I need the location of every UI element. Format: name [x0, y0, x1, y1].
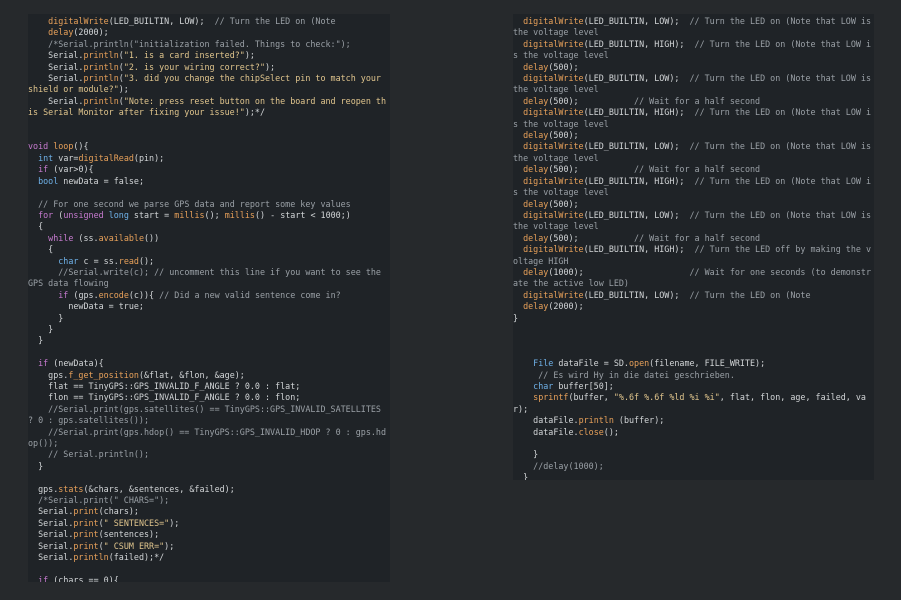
- code-line[interactable]: }: [28, 313, 390, 324]
- code-line[interactable]: Serial.print(" CSUM ERR=");: [28, 541, 390, 552]
- code-line[interactable]: delay(2000);: [513, 301, 874, 312]
- code-line[interactable]: for (unsigned long start = millis(); mil…: [28, 210, 390, 221]
- code-line[interactable]: digitalWrite(LED_BUILTIN, LOW); // Turn …: [513, 73, 874, 96]
- code-line[interactable]: ​: [513, 438, 874, 449]
- code-line[interactable]: Serial.print(chars);: [28, 506, 390, 517]
- code-line[interactable]: }: [513, 449, 874, 460]
- code-line[interactable]: Serial.println("3. did you change the ch…: [28, 73, 390, 96]
- code-line[interactable]: }: [28, 461, 390, 472]
- code-line[interactable]: bool newData = false;: [28, 176, 390, 187]
- code-line[interactable]: char c = ss.read();: [28, 256, 390, 267]
- code-line[interactable]: newData = true;: [28, 301, 390, 312]
- code-line[interactable]: }: [28, 335, 390, 346]
- code-line[interactable]: if (var>0){: [28, 164, 390, 175]
- code-line[interactable]: gps.f_get_position(&flat, &flon, &age);: [28, 370, 390, 381]
- code-line[interactable]: delay(500);: [513, 199, 874, 210]
- left-code-editor[interactable]: digitalWrite(LED_BUILTIN, LOW); // Turn …: [28, 14, 390, 582]
- code-line[interactable]: ​: [28, 130, 390, 141]
- code-line[interactable]: if (gps.encode(c)){ // Did a new valid s…: [28, 290, 390, 301]
- code-line[interactable]: Serial.print(sentences);: [28, 529, 390, 540]
- left-code-text[interactable]: digitalWrite(LED_BUILTIN, LOW); // Turn …: [28, 14, 390, 582]
- code-line[interactable]: dataFile.println (buffer);: [513, 415, 874, 426]
- code-line[interactable]: Serial.println("1. is a card inserted?")…: [28, 50, 390, 61]
- code-line[interactable]: delay(500); // Wait for a half second: [513, 164, 874, 175]
- code-line[interactable]: while (ss.available()): [28, 233, 390, 244]
- code-line[interactable]: ​: [28, 472, 390, 483]
- code-line[interactable]: {: [28, 244, 390, 255]
- code-line[interactable]: // Es wird Hy in die datei geschrieben.: [513, 370, 874, 381]
- code-line[interactable]: // For one second we parse GPS data and …: [28, 199, 390, 210]
- code-line[interactable]: int var=digitalRead(pin);: [28, 153, 390, 164]
- code-line[interactable]: if (chars == 0){: [28, 575, 390, 582]
- code-line[interactable]: delay(2000);: [28, 27, 390, 38]
- code-line[interactable]: //Serial.print(gps.satellites() == TinyG…: [28, 404, 390, 427]
- code-line[interactable]: flat == TinyGPS::GPS_INVALID_F_ANGLE ? 0…: [28, 381, 390, 392]
- code-line[interactable]: digitalWrite(LED_BUILTIN, HIGH); // Turn…: [513, 39, 874, 62]
- code-line[interactable]: }: [513, 313, 874, 324]
- code-line[interactable]: digitalWrite(LED_BUILTIN, LOW); // Turn …: [513, 16, 874, 39]
- code-line[interactable]: digitalWrite(LED_BUILTIN, LOW); // Turn …: [513, 210, 874, 233]
- right-code-text[interactable]: digitalWrite(LED_BUILTIN, LOW); // Turn …: [513, 14, 874, 480]
- code-line[interactable]: delay(1000); // Wait for one seconds (to…: [513, 267, 874, 290]
- code-line[interactable]: ​: [513, 324, 874, 335]
- code-line[interactable]: digitalWrite(LED_BUILTIN, HIGH); // Turn…: [513, 176, 874, 199]
- code-line[interactable]: ​: [28, 564, 390, 575]
- code-line[interactable]: digitalWrite(LED_BUILTIN, LOW); // Turn …: [28, 16, 390, 27]
- code-line[interactable]: Serial.println("2. is your wiring correc…: [28, 62, 390, 73]
- code-line[interactable]: ​: [513, 347, 874, 358]
- code-line[interactable]: digitalWrite(LED_BUILTIN, LOW); // Turn …: [513, 290, 874, 301]
- code-line[interactable]: delay(500); // Wait for a half second: [513, 233, 874, 244]
- code-line[interactable]: delay(500); // Wait for a half second: [513, 96, 874, 107]
- code-line[interactable]: // Serial.println();: [28, 449, 390, 460]
- code-line[interactable]: /*Serial.print(" CHARS=");: [28, 495, 390, 506]
- code-line[interactable]: //Serial.print(gps.hdop() == TinyGPS::GP…: [28, 427, 390, 450]
- code-line[interactable]: digitalWrite(LED_BUILTIN, HIGH); // Turn…: [513, 244, 874, 267]
- code-line[interactable]: delay(500);: [513, 62, 874, 73]
- code-line[interactable]: digitalWrite(LED_BUILTIN, HIGH); // Turn…: [513, 107, 874, 130]
- code-line[interactable]: delay(500);: [513, 130, 874, 141]
- code-line[interactable]: Serial.println("Note: press reset button…: [28, 96, 390, 119]
- code-line[interactable]: if (newData){: [28, 358, 390, 369]
- right-code-editor[interactable]: digitalWrite(LED_BUILTIN, LOW); // Turn …: [513, 14, 874, 480]
- code-line[interactable]: flon == TinyGPS::GPS_INVALID_F_ANGLE ? 0…: [28, 392, 390, 403]
- code-line[interactable]: digitalWrite(LED_BUILTIN, LOW); // Turn …: [513, 141, 874, 164]
- code-line[interactable]: ​: [28, 187, 390, 198]
- code-line[interactable]: }: [28, 324, 390, 335]
- code-line[interactable]: }: [513, 472, 874, 480]
- code-line[interactable]: ​: [28, 347, 390, 358]
- code-line[interactable]: {: [28, 221, 390, 232]
- code-line[interactable]: File dataFile = SD.open(filename, FILE_W…: [513, 358, 874, 369]
- code-line[interactable]: Serial.println(failed);*/: [28, 552, 390, 563]
- code-line[interactable]: sprintf(buffer, "%.6f %.6f %ld %i %i", f…: [513, 392, 874, 415]
- code-line[interactable]: gps.stats(&chars, &sentences, &failed);: [28, 484, 390, 495]
- code-line[interactable]: //delay(1000);: [513, 461, 874, 472]
- code-line[interactable]: dataFile.close();: [513, 427, 874, 438]
- code-line[interactable]: void loop(){: [28, 141, 390, 152]
- code-line[interactable]: ​: [28, 119, 390, 130]
- code-line[interactable]: /*Serial.println("initialization failed.…: [28, 39, 390, 50]
- code-line[interactable]: char buffer[50];: [513, 381, 874, 392]
- code-line[interactable]: //Serial.write(c); // uncomment this lin…: [28, 267, 390, 290]
- code-line[interactable]: Serial.print(" SENTENCES=");: [28, 518, 390, 529]
- code-line[interactable]: ​: [513, 335, 874, 346]
